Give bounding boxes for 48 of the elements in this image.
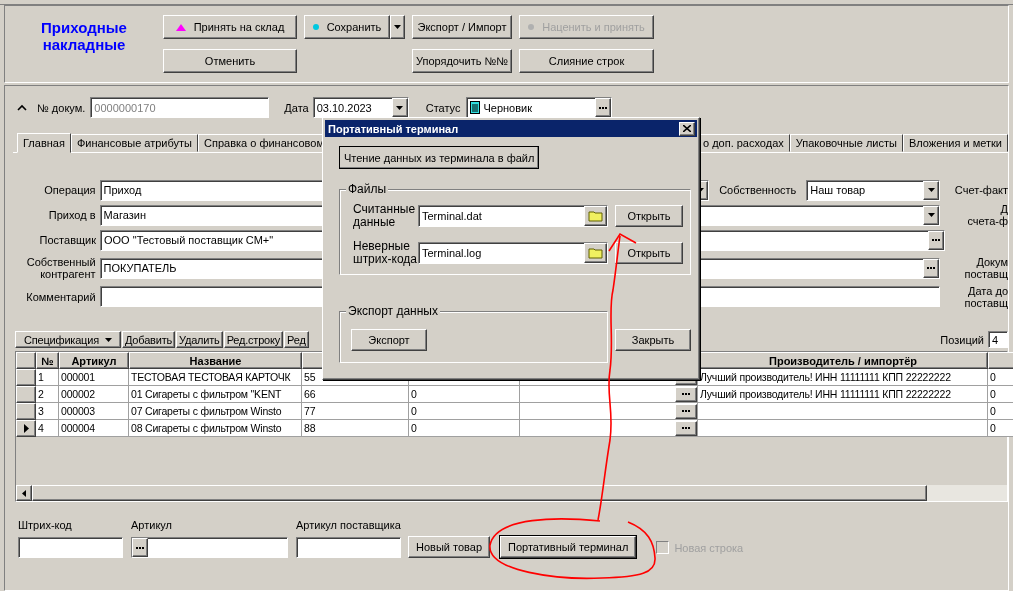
table-cell: 0	[988, 420, 1013, 437]
table-cell: 88	[302, 420, 409, 437]
table-cell: 77	[302, 403, 409, 420]
field-label: Статус	[425, 101, 461, 114]
table-cell: Лучший производитель! ИНН 11111111 КПП 22222222	[698, 369, 988, 386]
table-cell: 000003	[59, 403, 129, 420]
group-title: Файлы	[346, 182, 389, 196]
field-label: Позиций	[940, 333, 984, 346]
field-label: Считанные данные	[353, 203, 417, 229]
count-field: 4	[988, 331, 1008, 348]
table-cell: 0	[409, 420, 520, 437]
field-label: Дата	[284, 101, 309, 114]
table-cell: 4	[36, 420, 59, 437]
field-label: Дата до поставщ	[963, 284, 1008, 309]
table-cell: 000001	[59, 369, 129, 386]
field-label: Поставщик	[38, 234, 96, 246]
table-cell: Лучший производитель! ИНН 11111111 КПП 22222222	[698, 386, 988, 403]
field-label: Комментарий	[25, 290, 96, 303]
table-cell: 0	[988, 369, 1013, 386]
field-label: Собственный контрагент	[25, 256, 96, 280]
dialog-title-bar: Портативный терминал	[325, 120, 697, 137]
table-cell: 0	[409, 386, 520, 403]
table-cell: 3	[36, 403, 59, 420]
table-cell: 08 Сигареты с фильтром Winsto	[129, 420, 302, 437]
field-label: Артикул поставщика	[296, 519, 401, 531]
field-label: Приход в	[47, 209, 96, 221]
field-label: Штрих-код	[18, 519, 73, 531]
group-title: Экспорт данных	[346, 304, 440, 318]
table-cell: 000004	[59, 420, 129, 437]
field-label: Операция	[43, 184, 96, 196]
table-cell: 000002	[59, 386, 129, 403]
field-label: № докум.	[37, 101, 86, 114]
page-title: Приходные накладные	[40, 18, 128, 55]
table-cell: 1	[36, 369, 59, 386]
table-cell: 66	[302, 386, 409, 403]
field-label: Счет-факт	[953, 184, 1008, 196]
table-cell: 01 Сигареты с фильтром "KENT	[129, 386, 302, 403]
field-label: Артикул	[131, 519, 173, 531]
field-label: Д счета-ф	[966, 203, 1008, 227]
table-cell: ТЕСТОВАЯ ТЕСТОВАЯ КАРТОЧК	[129, 369, 302, 386]
field-label: Собственность	[719, 184, 797, 196]
table-cell: 0	[988, 386, 1013, 403]
field-label: Неверные штрих-кода	[353, 240, 418, 266]
table-cell: 0	[988, 403, 1013, 420]
table-cell: 0	[409, 403, 520, 420]
field-label: Докум поставщ	[963, 256, 1008, 280]
table-cell: 2	[36, 386, 59, 403]
table-cell: 07 Сигареты с фильтром Winsto	[129, 403, 302, 420]
